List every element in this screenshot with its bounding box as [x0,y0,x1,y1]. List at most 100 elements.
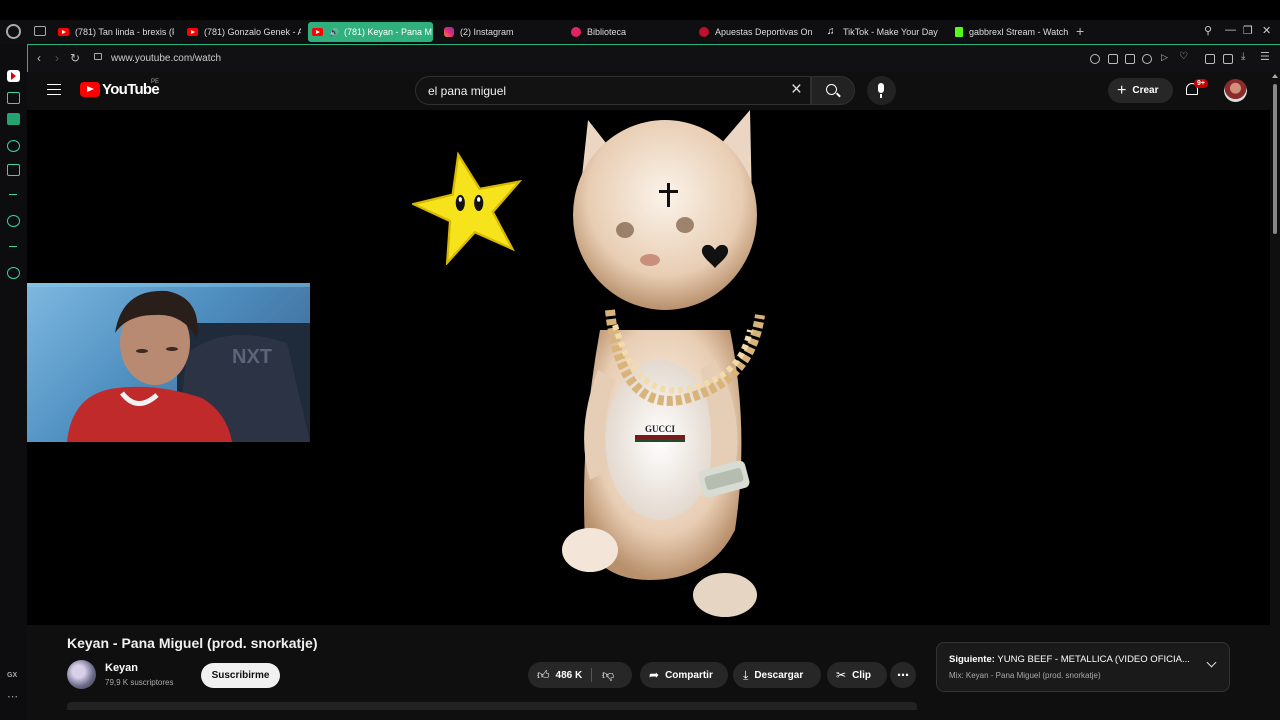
youtube-header: YouTube PE el pana miguel × + Crear 9+ [27,72,1270,110]
sidebar-gx-label[interactable]: GX [7,672,17,679]
video-player[interactable]: GUCCI NXT [27,110,1270,625]
tab-label: Apuestas Deportivas Onli [715,27,812,37]
sidebar-youtube-icon[interactable] [7,70,20,82]
create-button[interactable]: + Crear [1108,78,1173,103]
svg-text:NXT: NXT [232,346,272,368]
browser-sidebar: GX ⋯ [0,44,27,720]
reload-icon[interactable]: ↻ [70,51,80,65]
heart-icon[interactable]: ♡ [1179,51,1189,62]
microphone-icon [878,83,884,98]
page-scrollbar[interactable] [1270,72,1280,720]
play-icon[interactable]: ▷ [1161,52,1171,62]
thumbs-up-icon: 👍︎ [537,667,550,682]
video-title: Keyan - Pana Miguel (prod. snorkatje) [67,635,318,651]
chevron-down-icon[interactable] [1206,657,1217,668]
url-field[interactable]: www.youtube.com/watch [111,53,221,64]
voice-search-button[interactable] [867,76,896,105]
like-button[interactable]: 👍︎ 486 K 👎︎ [528,662,632,688]
subscribe-button[interactable]: Suscribirme [201,663,280,688]
up-next-mix: Mix: Keyan - Pana Miguel (prod. snorkatj… [949,671,1101,680]
search-input[interactable]: el pana miguel × [415,76,811,105]
scroll-up-arrow-icon[interactable] [1272,74,1278,78]
restore-icon[interactable]: ❐ [1243,24,1253,37]
instagram-icon [444,27,454,37]
clip-button[interactable]: ✂ Clip [827,662,887,688]
share-arrow-icon: ➦ [649,668,660,682]
share-button[interactable]: ➦ Compartir [640,662,728,688]
sidebar-gx-control-icon[interactable] [7,113,20,125]
sidebar-separator [9,194,17,195]
channel-avatar[interactable] [67,660,96,689]
browser-tab[interactable]: gabbrexl Stream - Watch [951,22,1070,42]
scissors-icon: ✂ [836,668,847,682]
create-label: Crear [1132,85,1159,96]
tab-search-icon[interactable]: ⚲ [1204,24,1212,37]
opera-gx-logo-icon[interactable] [6,24,21,39]
library-icon [571,27,581,37]
browser-tab[interactable]: (2) Instagram [440,22,560,42]
gucci-chain-text: GUCCI [645,424,675,434]
search-icon [826,84,837,95]
account-icon[interactable] [1223,54,1233,64]
browser-tab[interactable]: Biblioteca [567,22,687,42]
browser-tab[interactable]: (781) Tan linda - brexis (P [54,22,174,42]
zoom-icon[interactable] [1090,54,1100,64]
youtube-icon [187,28,198,36]
youtube-icon [58,28,69,36]
download-arrow-icon: ⤓ [743,667,749,682]
extensions-icon[interactable] [1205,54,1215,64]
tab-menu-icon[interactable] [34,26,46,36]
scrollbar-thumb[interactable] [1273,84,1277,234]
forward-icon[interactable]: › [55,51,59,65]
more-actions-icon[interactable]: ⋯ [890,662,916,688]
up-next-card[interactable]: Siguiente: YUNG BEEF - METALLICA (VIDEO … [936,642,1230,692]
sidebar-history-icon[interactable] [7,140,20,152]
youtube-icon [312,28,323,36]
lock-icon[interactable] [94,53,102,60]
new-tab-plus-icon[interactable]: + [1076,23,1084,39]
subscriber-count: 79,9 K suscriptores [105,678,174,687]
browser-tab[interactable]: (781) Gonzalo Genek - Ac [183,22,301,42]
kick-icon [955,27,963,37]
search-query[interactable]: el pana miguel [428,84,506,98]
address-bar: ‹ › ↻ www.youtube.com/watch ▷ ♡ ⤓ ☰ [27,44,1280,72]
webcam-scene-image: NXT [27,283,310,442]
browser-tab-active[interactable]: 🔊 (781) Keyan - Pana M [308,22,433,42]
menu-icon[interactable]: ☰ [1260,50,1270,63]
up-next-title: Siguiente: YUNG BEEF - METALLICA (VIDEO … [949,654,1190,665]
minimize-icon[interactable]: — [1225,24,1236,36]
description-box[interactable] [67,702,917,710]
up-next-video: YUNG BEEF - METALLICA (VIDEO OFICIA... [997,654,1190,665]
share-label: Compartir [665,669,713,681]
notification-badge: 9+ [1194,79,1208,88]
browser-tab[interactable]: Apuestas Deportivas Onli [695,22,812,42]
sidebar-player-icon[interactable] [7,215,20,227]
sidebar-workspaces-icon[interactable] [7,92,20,104]
speaker-icon[interactable]: 🔊 [329,28,339,37]
shield-icon[interactable] [1142,54,1152,64]
download-button[interactable]: ⤓ Descargar [733,662,821,688]
pin-icon[interactable] [1108,54,1118,64]
betting-site-icon [699,27,709,37]
browser-tab[interactable]: ♫ TikTok - Make Your Day [823,22,945,42]
clip-label: Clip [852,669,871,681]
back-icon[interactable]: ‹ [37,51,41,65]
search-button[interactable] [811,76,855,105]
channel-name[interactable]: Keyan [105,662,138,674]
tab-label: (2) Instagram [460,27,514,37]
streamer-webcam-overlay: NXT [27,283,310,442]
thumbs-down-icon[interactable]: 👎︎ [602,668,614,683]
download-icon[interactable]: ⤓ [1241,51,1251,62]
country-code: PE [151,79,160,85]
close-window-icon[interactable]: ✕ [1262,24,1271,37]
sidebar-clock-icon[interactable] [7,267,20,279]
youtube-logo-icon[interactable] [80,82,100,97]
snapshot-icon[interactable] [1125,54,1135,64]
sidebar-more-icon[interactable]: ⋯ [7,690,18,703]
clear-search-icon[interactable]: × [791,79,802,101]
guide-menu-icon[interactable] [47,84,61,95]
sidebar-extensions-icon[interactable] [7,164,20,176]
account-avatar[interactable] [1224,79,1247,102]
download-label: Descargar [754,669,804,681]
browser-tab-strip: (781) Tan linda - brexis (P (781) Gonzal… [0,20,1280,44]
